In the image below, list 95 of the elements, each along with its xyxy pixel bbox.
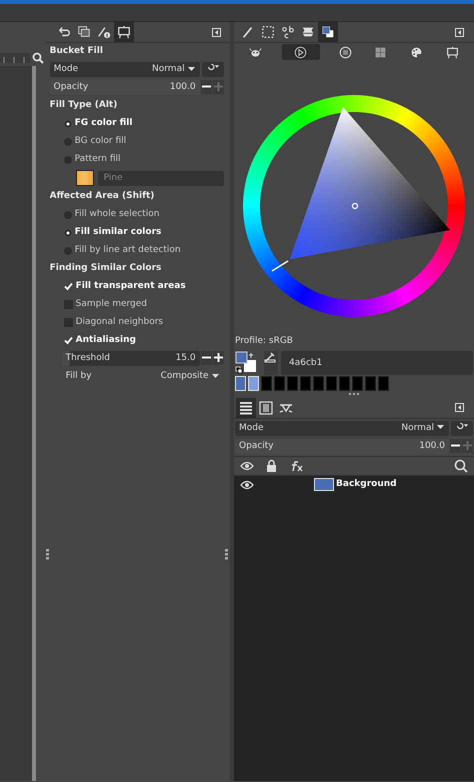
channels-icon	[258, 400, 274, 416]
reset-dropdown[interactable]	[450, 420, 473, 436]
color-picker-button[interactable]	[264, 350, 278, 374]
palette-icon	[410, 46, 423, 58]
increase-button[interactable]	[212, 351, 224, 365]
dock-menu-icon	[212, 28, 221, 36]
decrease-button[interactable]	[450, 438, 461, 452]
easel-icon	[116, 25, 131, 39]
profile-label: Profile: sRGB	[235, 335, 294, 348]
checkbox[interactable]	[64, 336, 73, 345]
checkbox-label[interactable]: Sample merged	[76, 297, 148, 312]
section-title: Affected Area (Shift)	[50, 190, 156, 203]
circle-icon	[338, 46, 352, 58]
resize-handle-icon[interactable]	[349, 392, 359, 396]
hex-input-field[interactable]: 4a6cb1	[281, 350, 473, 374]
rectangle-select-icon	[261, 25, 276, 39]
radio-button[interactable]	[64, 156, 72, 164]
play-circle-tab[interactable]	[282, 44, 320, 60]
eye-icon	[240, 480, 254, 490]
color-history-swatch[interactable]	[313, 376, 324, 390]
pattern-name-field[interactable]: Pine	[98, 170, 224, 186]
reset-dropdown[interactable]	[202, 62, 224, 77]
caret-icon	[212, 372, 220, 379]
radio-button[interactable]	[64, 138, 72, 146]
opacity-slider[interactable]: Opacity 100.0	[235, 438, 449, 454]
radio-button[interactable]	[64, 120, 72, 128]
radio-button[interactable]	[64, 210, 72, 218]
option-label[interactable]: FG color fill	[74, 116, 132, 131]
option-label[interactable]: BG color fill	[74, 134, 126, 149]
section-title: Finding Similar Colors	[50, 262, 162, 275]
color-history-swatch[interactable]	[274, 376, 286, 390]
easel-tab[interactable]	[114, 22, 134, 42]
color-history-swatch[interactable]	[326, 376, 338, 390]
dock-menu-icon	[455, 403, 464, 412]
color-history-swatch[interactable]	[339, 376, 350, 390]
color-history-swatch[interactable]	[378, 376, 390, 390]
radio-button[interactable]	[64, 228, 72, 236]
decrease-button[interactable]	[200, 351, 212, 365]
plus-icon	[214, 353, 223, 362]
layers-tab[interactable]	[236, 398, 256, 418]
checkbox-label[interactable]: Diagonal neighbors	[76, 315, 164, 330]
plus-icon	[462, 440, 472, 450]
fill-by-dropdown[interactable]: Fill by Composite	[62, 369, 224, 384]
dock-menu-icon	[455, 28, 464, 36]
stack-icon	[301, 25, 316, 39]
stacked-pictures-icon	[76, 25, 91, 39]
layers-icon	[238, 400, 254, 416]
fg-bg-colors-tab[interactable]	[318, 22, 338, 42]
drag-handle-icon[interactable]	[224, 548, 228, 560]
layer-row[interactable]: Background	[234, 476, 474, 494]
color-history-swatch[interactable]	[352, 376, 364, 390]
color-picker-marker[interactable]	[352, 202, 358, 210]
hue-marker[interactable]	[272, 260, 288, 272]
decrease-button[interactable]	[200, 80, 212, 94]
easel-icon	[446, 46, 459, 58]
mode-dropdown[interactable]: Mode Normal	[50, 62, 200, 77]
search-icon[interactable]	[454, 458, 468, 472]
option-label[interactable]: Fill similar colors	[74, 225, 162, 240]
color-history-swatch[interactable]	[287, 376, 298, 390]
undo-arrow-icon	[56, 25, 71, 39]
layer-name[interactable]: Background	[336, 478, 397, 492]
checkbox-label[interactable]: Antialiasing	[76, 333, 136, 348]
drag-handle-icon[interactable]	[46, 548, 49, 560]
pointer-info-icon	[96, 25, 111, 39]
caret-icon	[188, 66, 196, 72]
opacity-slider[interactable]: Opacity 100.0	[50, 80, 200, 95]
mascot-icon	[249, 46, 262, 58]
reset-icon	[454, 420, 469, 430]
caret-icon	[436, 424, 445, 430]
search-icon[interactable]	[32, 52, 44, 64]
threshold-slider[interactable]: Threshold 15.0	[62, 351, 200, 366]
fg-bg-colors-icon	[321, 25, 336, 39]
eyedropper-icon	[264, 350, 276, 362]
pattern-swatch[interactable]	[76, 170, 94, 186]
checkbox[interactable]	[64, 282, 73, 291]
reset-icon	[206, 62, 220, 71]
plus-icon	[214, 82, 223, 92]
glyphs-icon	[281, 25, 296, 39]
eye-icon[interactable]	[240, 460, 254, 470]
panel-title: Bucket Fill	[50, 45, 104, 58]
option-label[interactable]: Fill whole selection	[74, 207, 160, 222]
mode-dropdown[interactable]: Mode Normal	[235, 420, 449, 436]
grid-swatch-icon	[374, 46, 388, 58]
option-label[interactable]: Pattern fill	[74, 152, 121, 167]
color-history-swatch[interactable]	[365, 376, 376, 390]
color-history-swatch[interactable]	[261, 376, 272, 390]
section-title: Fill Type (Alt)	[50, 99, 118, 112]
play-circle-icon	[294, 46, 307, 58]
color-history-swatch[interactable]	[300, 376, 312, 390]
lock-icon[interactable]	[266, 459, 278, 472]
option-label[interactable]: Fill by line art detection	[74, 243, 181, 258]
radio-button[interactable]	[64, 246, 72, 254]
scrollbar[interactable]	[0, 66, 36, 781]
checkbox-label[interactable]: Fill transparent areas	[76, 279, 186, 294]
visibility-toggle[interactable]	[240, 480, 254, 490]
